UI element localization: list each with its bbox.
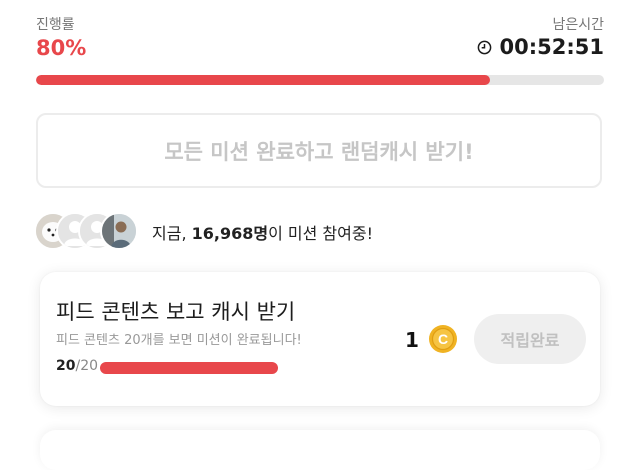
avatar — [100, 212, 138, 250]
remaining-time: 00:52:51 — [477, 35, 604, 59]
participant-avatars — [34, 210, 144, 254]
progress-bar — [36, 75, 604, 85]
participants-text: 지금, 16,968명이 미션 참여중! — [152, 220, 373, 244]
next-mission-card — [40, 430, 600, 470]
progress-label: 진행률 — [36, 17, 75, 33]
coin-symbol: C — [438, 331, 448, 347]
participants-suffix: 이 미션 참여중! — [268, 224, 373, 243]
person-photo-icon — [102, 214, 136, 248]
progress-bar-fill — [36, 75, 491, 85]
mission-progress-bar — [100, 362, 278, 374]
clock-icon — [477, 40, 491, 54]
mission-progress-count: 20/20 — [56, 358, 98, 374]
participants-prefix: 지금, — [152, 224, 192, 243]
complete-all-button[interactable]: 모든 미션 완료하고 랜덤캐시 받기! — [36, 113, 602, 188]
mission-progress-total: /20 — [75, 358, 99, 374]
mission-description: 피드 콘텐츠 20개를 보면 미션이 완료됩니다! — [56, 333, 302, 348]
participants-count: 16,968명 — [191, 224, 269, 243]
progress-value: 80% — [36, 36, 87, 60]
mission-progress-current: 20 — [56, 358, 76, 374]
remaining-time-label: 남은시간 — [552, 17, 604, 33]
remaining-time-value: 00:52:51 — [499, 35, 604, 59]
claim-complete-button[interactable]: 적립완료 — [474, 314, 586, 364]
reward-amount: 1 — [405, 328, 419, 352]
mission-title: 피드 콘텐츠 보고 캐시 받기 — [56, 300, 296, 324]
mission-card: 피드 콘텐츠 보고 캐시 받기 피드 콘텐츠 20개를 보면 미션이 완료됩니다… — [40, 272, 600, 406]
coin-icon: C — [429, 325, 457, 353]
